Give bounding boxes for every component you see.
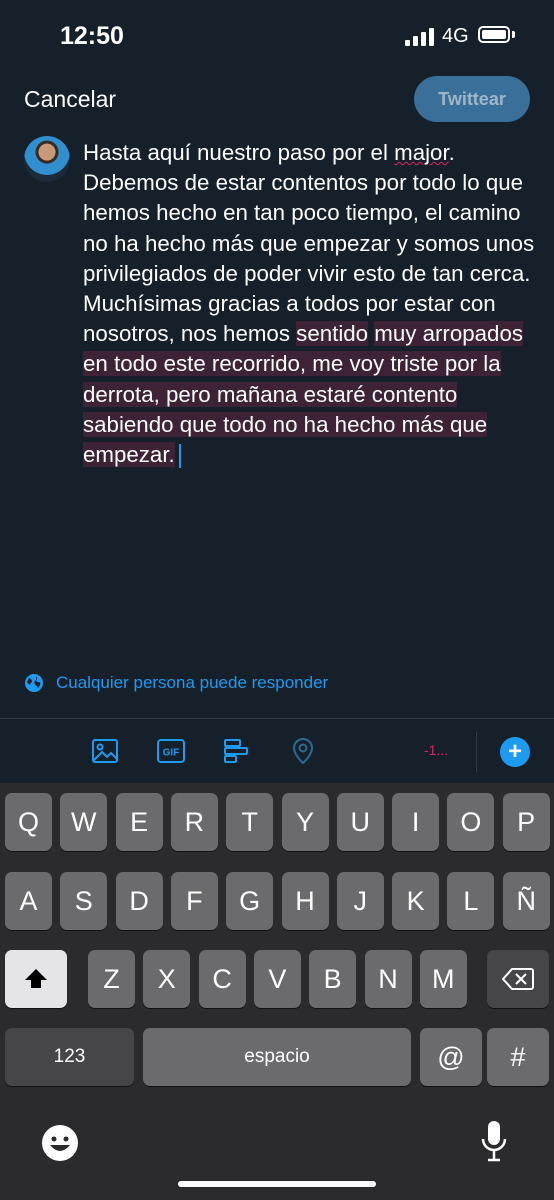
key-d[interactable]: D <box>115 872 163 930</box>
battery-icon <box>478 26 510 43</box>
reply-setting-label: Cualquier persona puede responder <box>56 673 329 692</box>
character-counter: -1... <box>424 742 449 758</box>
misspelled-word[interactable]: major <box>394 140 449 165</box>
hash-key[interactable]: # <box>487 1028 549 1086</box>
globe-icon <box>25 674 43 692</box>
key-m[interactable]: M <box>419 950 467 1008</box>
network-type: 4G <box>442 25 469 47</box>
backspace-key[interactable] <box>487 950 549 1008</box>
selected-text: sentido <box>296 321 369 347</box>
key-r[interactable]: R <box>170 793 218 851</box>
space-key[interactable]: espacio <box>143 1028 411 1086</box>
add-tweet-button[interactable]: + <box>500 737 530 767</box>
key-t[interactable]: T <box>226 793 274 851</box>
toolbar-separator <box>476 732 477 772</box>
key-ñ[interactable]: Ñ <box>502 872 550 930</box>
poll-icon[interactable] <box>222 736 252 766</box>
key-g[interactable]: G <box>226 872 274 930</box>
microphone-icon[interactable] <box>480 1119 508 1163</box>
compose-toolbar: GIF <box>0 720 554 782</box>
status-bar: 12:50 4G <box>0 0 554 70</box>
key-u[interactable]: U <box>336 793 384 851</box>
key-x[interactable]: X <box>143 950 191 1008</box>
tweet-text-part: Hasta aquí nuestro paso por el <box>83 140 395 165</box>
key-c[interactable]: C <box>198 950 246 1008</box>
text-caret <box>178 444 181 469</box>
key-n[interactable]: N <box>364 950 412 1008</box>
shift-icon <box>25 969 47 988</box>
at-key[interactable]: @ <box>420 1028 482 1086</box>
toolbar-divider <box>0 718 554 719</box>
avatar[interactable] <box>24 136 70 182</box>
tweet-button[interactable]: Twittear <box>414 76 530 122</box>
tweet-text-part: . Debemos de estar contentos por todo lo… <box>83 140 535 347</box>
location-icon[interactable] <box>288 736 318 766</box>
svg-text:GIF: GIF <box>163 748 180 759</box>
reply-setting[interactable]: Cualquier persona puede responder <box>24 673 328 693</box>
home-indicator <box>178 1181 376 1187</box>
tweet-compose-textarea[interactable]: Hasta aquí nuestro paso por el major. De… <box>83 138 543 470</box>
image-icon[interactable] <box>90 736 120 766</box>
key-f[interactable]: F <box>170 872 218 930</box>
key-b[interactable]: B <box>309 950 357 1008</box>
key-v[interactable]: V <box>253 950 301 1008</box>
shift-key[interactable] <box>5 950 67 1008</box>
key-q[interactable]: Q <box>5 793 52 851</box>
gif-icon[interactable]: GIF <box>156 736 186 766</box>
backspace-icon <box>502 968 534 990</box>
key-j[interactable]: J <box>336 872 384 930</box>
key-y[interactable]: Y <box>281 793 329 851</box>
key-l[interactable]: L <box>447 872 495 930</box>
key-e[interactable]: E <box>115 793 163 851</box>
battery-tip <box>512 31 515 38</box>
signal-icon <box>405 28 435 46</box>
key-w[interactable]: W <box>60 793 108 851</box>
keyboard: QWERTYUIOP ASDFGHJKLÑ ZXCVBNM 123 espaci… <box>0 783 554 1200</box>
key-s[interactable]: S <box>60 872 108 930</box>
key-a[interactable]: A <box>5 872 52 930</box>
key-i[interactable]: I <box>392 793 440 851</box>
status-time: 12:50 <box>60 22 124 50</box>
key-o[interactable]: O <box>447 793 495 851</box>
audio-wave-icon[interactable] <box>24 736 54 766</box>
key-z[interactable]: Z <box>88 950 135 1008</box>
emoji-icon[interactable] <box>40 1123 80 1163</box>
numbers-key[interactable]: 123 <box>5 1028 134 1086</box>
key-h[interactable]: H <box>281 872 329 930</box>
cancel-button[interactable]: Cancelar <box>24 86 116 113</box>
key-k[interactable]: K <box>392 872 440 930</box>
key-p[interactable]: P <box>502 793 550 851</box>
